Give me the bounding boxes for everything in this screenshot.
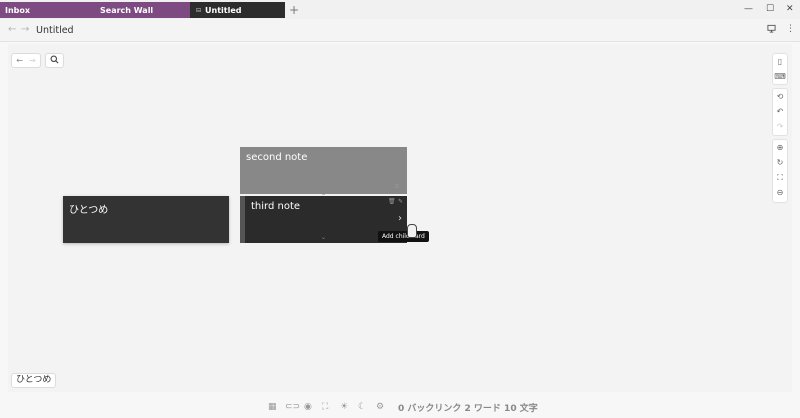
status-summary: 0 バックリンク 2 ワード 10 文字 (398, 404, 538, 414)
selected-card-label[interactable]: ひとつめ (11, 373, 57, 388)
card-third-selection-bar (240, 196, 245, 243)
card-second-text: second note (246, 152, 308, 163)
side-group-file: ▯ ⌨ (772, 53, 788, 85)
fit-screen-icon[interactable]: ⛶ (773, 172, 787, 184)
tab-bar: Inbox Search Wall ⊟ Untitled + — ☐ ✕ (0, 0, 800, 19)
tab-untitled-label: Untitled (205, 5, 242, 15)
more-vertical-icon[interactable]: ⋮ (786, 24, 795, 34)
undo-icon[interactable]: ↶ (773, 106, 787, 118)
moon-icon[interactable]: ☾ (358, 402, 366, 412)
card-first-text: ひとつめ (69, 205, 109, 216)
add-child-button[interactable]: › (398, 213, 402, 224)
fullscreen-icon[interactable]: ⛶ (322, 402, 328, 412)
calendar-icon[interactable]: ▦ (268, 402, 277, 412)
tab-inbox[interactable]: Inbox Search Wall (0, 2, 190, 18)
zoom-out-icon[interactable]: ⊖ (773, 187, 787, 199)
add-child-tooltip: Add child card (378, 231, 429, 242)
card-first[interactable]: ひとつめ (63, 196, 229, 243)
file-icon[interactable]: ▯ (773, 56, 787, 68)
canvas-forward-button[interactable]: → (29, 56, 36, 65)
reset-zoom-icon[interactable]: ↻ (773, 157, 787, 169)
side-group-zoom: ⊕ ↻ ⛶ ⊖ (772, 139, 788, 203)
tab-untitled[interactable]: ⊟ Untitled (190, 2, 285, 18)
edit-icon[interactable]: ✎ (398, 198, 403, 205)
address-bar: ← → Untitled ⋮ (0, 19, 800, 42)
history-icon[interactable]: ⟲ (773, 91, 787, 103)
drag-handle-icon[interactable]: ⁝⁝ (395, 183, 399, 190)
forward-button[interactable]: → (21, 24, 29, 35)
search-button[interactable] (45, 53, 64, 68)
card-third-text: third note (251, 201, 301, 212)
close-button[interactable]: ✕ (786, 3, 794, 15)
redo-icon[interactable]: ↷ (773, 121, 787, 133)
toggle-icon[interactable]: ⊂⊃ (285, 402, 300, 412)
back-button[interactable]: ← (8, 24, 16, 35)
gear-icon[interactable]: ⚙ (376, 402, 384, 412)
sun-icon[interactable]: ☀ (340, 402, 348, 412)
zoom-in-icon[interactable]: ⊕ (773, 142, 787, 154)
tab-search-wall-label[interactable]: Search Wall (100, 6, 153, 15)
card-bottom-handle-icon[interactable]: ⌄ (321, 234, 326, 241)
new-tab-button[interactable]: + (289, 3, 299, 17)
page-title: Untitled (36, 25, 74, 36)
mouse-cursor-icon (407, 224, 417, 238)
eye-icon[interactable]: ◉ (304, 402, 312, 412)
canvas-icon: ⊟ (196, 6, 202, 14)
monitor-icon[interactable] (767, 24, 776, 36)
search-icon (50, 55, 59, 66)
side-group-history: ⟲ ↶ ↷ (772, 88, 788, 136)
maximize-button[interactable]: ☐ (766, 3, 774, 15)
card-second[interactable]: second note ⁝⁝ (240, 147, 407, 194)
minimize-button[interactable]: — (744, 3, 753, 15)
canvas-back-button[interactable]: ← (16, 56, 23, 65)
status-bar: ▦ ⊂⊃ ◉ ⛶ ☀ ☾ ⚙ 0 バックリンク 2 ワード 10 文字 (0, 396, 800, 418)
card-top-handle-icon[interactable]: ⌃ (321, 193, 326, 200)
trash-icon[interactable]: 🗑 (388, 198, 396, 205)
tab-inbox-label: Inbox (5, 5, 31, 15)
history-nav: ← → (11, 53, 41, 68)
keyboard-icon[interactable]: ⌨ (773, 71, 787, 83)
